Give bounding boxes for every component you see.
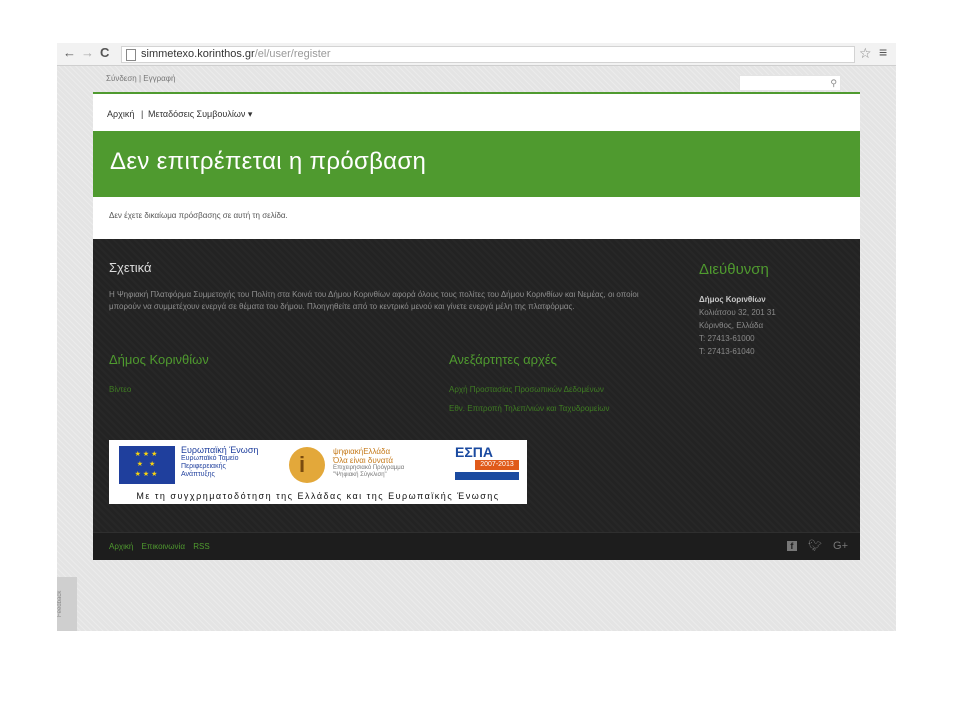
address-street: Κολιάτσου 32, 201 31 bbox=[699, 308, 776, 317]
address-heading: Διεύθυνση bbox=[699, 261, 769, 278]
login-link[interactable]: Σύνδεση bbox=[106, 74, 137, 83]
eu-fund-line: Ανάπτυξης bbox=[181, 471, 215, 478]
digital-greece-text: ψηφιακήΕλλάδα Όλα είναι δυνατά Επιχειρησ… bbox=[333, 447, 404, 479]
main-navbar: Αρχική | Μεταδόσεις Συμβουλίων ▾ bbox=[93, 92, 860, 131]
bookmark-star-icon[interactable]: ☆ bbox=[859, 45, 872, 61]
back-icon[interactable]: ← bbox=[63, 45, 76, 61]
page-viewport: Σύνδεση | Εγγραφή ⚲ Αρχική | Μεταδόσεις … bbox=[57, 66, 896, 631]
address-city: Κόρινθος, Ελλάδα bbox=[699, 321, 764, 330]
banner-caption: Με τη συγχρηματοδότηση της Ελλάδας και τ… bbox=[136, 491, 500, 501]
url-host: simmetexo.korinthos.gr bbox=[141, 48, 255, 60]
browser-window: ← → C simmetexo.korinthos.gr/el/user/reg… bbox=[57, 43, 896, 631]
footer-links: Αρχική Επικοινωνία RSS bbox=[109, 542, 216, 551]
message-panel: Δεν έχετε δικαίωμα πρόσβασης σε αυτή τη … bbox=[93, 197, 860, 239]
data-protection-link[interactable]: Αρχή Προστασίας Προσωπικών Δεδομένων bbox=[449, 385, 604, 394]
footer-bottom-bar: Αρχική Επικοινωνία RSS f 🐦︎ G+ bbox=[93, 532, 860, 560]
municipality-heading: Δήμος Κορινθίων bbox=[109, 352, 209, 367]
google-plus-icon[interactable]: G+ bbox=[833, 540, 848, 552]
digital-title: ψηφιακήΕλλάδα bbox=[333, 447, 391, 456]
digital-greece-logo-icon: i bbox=[289, 447, 325, 483]
espa-logo: ΕΣΠΑ bbox=[455, 444, 493, 460]
telecom-commission-link[interactable]: Εθν. Επιτροπή Τηλεπ/νιών και Ταχυδρομείω… bbox=[449, 404, 610, 413]
digital-program: Επιχειρησιακό Πρόγραμμα bbox=[333, 465, 405, 471]
nav-broadcasts-dropdown[interactable]: Μεταδόσεις Συμβουλίων ▾ bbox=[148, 109, 252, 120]
digital-slogan: Όλα είναι δυνατά bbox=[333, 456, 394, 465]
forward-icon[interactable]: → bbox=[81, 45, 94, 61]
about-heading: Σχετικά bbox=[109, 260, 152, 275]
espa-years: 2007-2013 bbox=[475, 460, 519, 470]
twitter-icon[interactable]: 🐦︎ bbox=[808, 540, 822, 552]
reload-icon[interactable]: C bbox=[100, 45, 109, 61]
browser-menu-icon[interactable]: ≡ bbox=[879, 44, 887, 60]
nav-home[interactable]: Αρχική bbox=[107, 109, 134, 119]
content-card: Αρχική | Μεταδόσεις Συμβουλίων ▾ Δεν επι… bbox=[93, 92, 860, 560]
nav-separator: | bbox=[141, 109, 144, 119]
search-icon[interactable]: ⚲ bbox=[830, 76, 837, 90]
about-text: Η Ψηφιακή Πλατφόρμα Συμμετοχής του Πολίτ… bbox=[109, 290, 639, 311]
register-link[interactable]: Εγγραφή bbox=[143, 74, 175, 83]
separator: | bbox=[138, 74, 142, 83]
digital-program: "Ψηφιακή Σύγκλιση" bbox=[333, 472, 387, 478]
footer: Σχετικά Η Ψηφιακή Πλατφόρμα Συμμετοχής τ… bbox=[93, 239, 860, 532]
eu-text: Ευρωπαϊκή Ένωση Ευρωπαϊκό Ταμείο Περιφερ… bbox=[181, 445, 258, 479]
funding-banner: ★★★ ★ ★ ★★★ Ευρωπαϊκή Ένωση Ευρωπαϊκό Τα… bbox=[109, 440, 527, 504]
address-bar[interactable]: simmetexo.korinthos.gr/el/user/register bbox=[121, 46, 855, 63]
access-denied-message: Δεν έχετε δικαίωμα πρόσβασης σε αυτή τη … bbox=[109, 211, 288, 220]
address-name: Δήμος Κορινθίων bbox=[699, 295, 766, 304]
facebook-icon[interactable]: f bbox=[786, 541, 797, 551]
eu-fund-line: Ευρωπαϊκό Ταμείο bbox=[181, 455, 239, 462]
browser-toolbar: ← → C simmetexo.korinthos.gr/el/user/reg… bbox=[57, 43, 896, 66]
feedback-tab[interactable]: Feedback bbox=[57, 577, 77, 631]
video-link[interactable]: Βίντεο bbox=[109, 385, 131, 394]
address-phone: T: 27413-61000 bbox=[699, 334, 755, 343]
social-links: f 🐦︎ G+ bbox=[779, 539, 848, 552]
address-block: Δήμος Κορινθίων Κολιάτσου 32, 201 31 Κόρ… bbox=[699, 293, 776, 358]
footer-link-contact[interactable]: Επικοινωνία bbox=[142, 542, 185, 551]
independent-authorities-heading: Ανεξάρτητες αρχές bbox=[449, 352, 557, 367]
footer-link-rss[interactable]: RSS bbox=[193, 542, 209, 551]
page-header: Δεν επιτρέπεται η πρόσβαση bbox=[93, 131, 860, 197]
utility-links: Σύνδεση | Εγγραφή bbox=[106, 74, 175, 83]
page-title: Δεν επιτρέπεται η πρόσβαση bbox=[110, 148, 427, 175]
page-icon bbox=[126, 49, 136, 61]
espa-bar bbox=[455, 472, 519, 480]
search-box: ⚲ bbox=[739, 75, 841, 94]
eu-fund-line: Περιφερειακής bbox=[181, 463, 226, 470]
eu-flag-icon: ★★★ ★ ★ ★★★ bbox=[119, 446, 175, 484]
footer-link-home[interactable]: Αρχική bbox=[109, 542, 133, 551]
address-phone: T: 27413-61040 bbox=[699, 347, 755, 356]
eu-title: Ευρωπαϊκή Ένωση bbox=[181, 445, 259, 455]
url-path: /el/user/register bbox=[254, 48, 331, 60]
